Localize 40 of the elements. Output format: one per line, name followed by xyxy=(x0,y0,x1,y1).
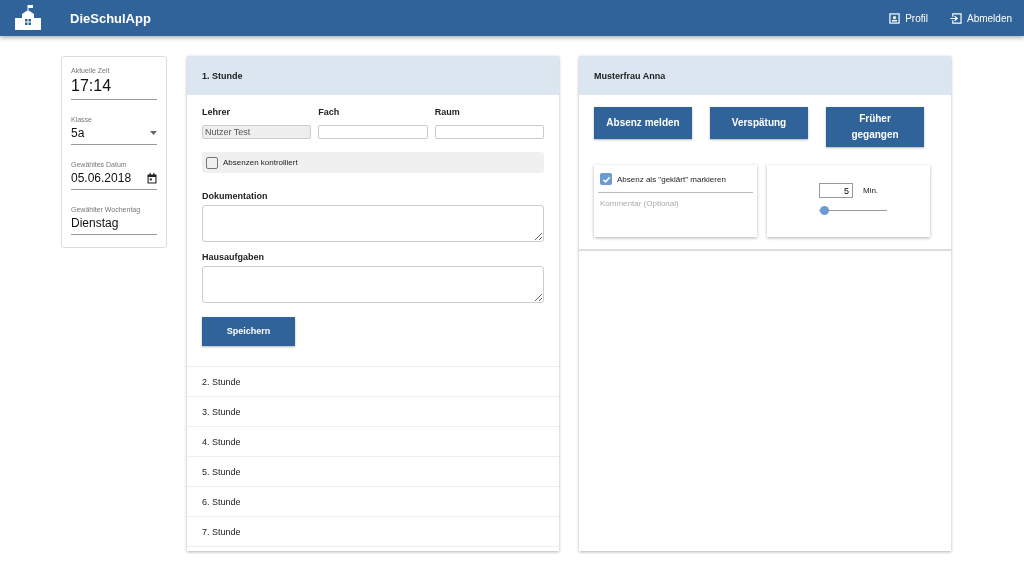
student-header: Musterfrau Anna xyxy=(579,56,951,95)
checkbox-label: Absenz als "geklärt" markieren xyxy=(617,174,726,184)
action-button[interactable]: Früher gegangen xyxy=(826,107,924,147)
action-button[interactable]: Verspätung xyxy=(710,107,808,139)
field-value[interactable]: 5a xyxy=(71,123,157,145)
checkbox[interactable] xyxy=(206,156,218,169)
field-value: Dienstag xyxy=(71,213,157,235)
field-label: Lehrer xyxy=(202,107,231,117)
field-label: Hausaufgaben xyxy=(202,252,265,262)
field-label: Raum xyxy=(434,107,461,117)
nav-link[interactable]: Abmelden xyxy=(949,12,1012,24)
app-title: DieSchulApp xyxy=(70,10,152,26)
slider-thumb[interactable] xyxy=(820,206,830,215)
nav-link[interactable]: Profil xyxy=(889,12,928,24)
input-field[interactable] xyxy=(318,125,428,139)
input-field[interactable] xyxy=(434,125,544,139)
lesson-row[interactable]: 2. Stunde xyxy=(187,367,559,397)
profile-icon xyxy=(889,12,901,24)
save-button[interactable]: Speichern xyxy=(202,317,295,346)
school-building-icon xyxy=(14,5,42,31)
lesson-row[interactable]: 6. Stunde xyxy=(187,487,559,517)
field-label: Fach xyxy=(318,107,341,117)
minutes-unit: Min. xyxy=(862,186,879,195)
logout-icon xyxy=(949,12,962,24)
checkbox[interactable] xyxy=(600,173,612,185)
checkbox-label: Absenzen kontrolliert xyxy=(223,158,298,167)
field-value: 17:14 xyxy=(71,74,157,100)
lesson-row[interactable]: 3. Stunde xyxy=(187,397,559,427)
calendar-icon[interactable] xyxy=(147,172,157,184)
minutes-field[interactable]: 5 xyxy=(818,183,853,198)
lesson-row[interactable]: 7. Stunde xyxy=(187,517,559,547)
field-value[interactable]: 05.06.2018 xyxy=(71,168,157,190)
action-button[interactable]: Absenz melden xyxy=(594,107,692,139)
lesson-row[interactable]: 4. Stunde xyxy=(187,427,559,457)
text-area[interactable] xyxy=(202,266,544,303)
lesson-row[interactable]: 5. Stunde xyxy=(187,457,559,487)
field-label: Dokumentation xyxy=(202,191,269,201)
lesson-header[interactable]: 1. Stunde xyxy=(187,56,559,95)
dropdown-caret-icon[interactable] xyxy=(150,131,157,135)
text-area[interactable] xyxy=(202,205,544,242)
